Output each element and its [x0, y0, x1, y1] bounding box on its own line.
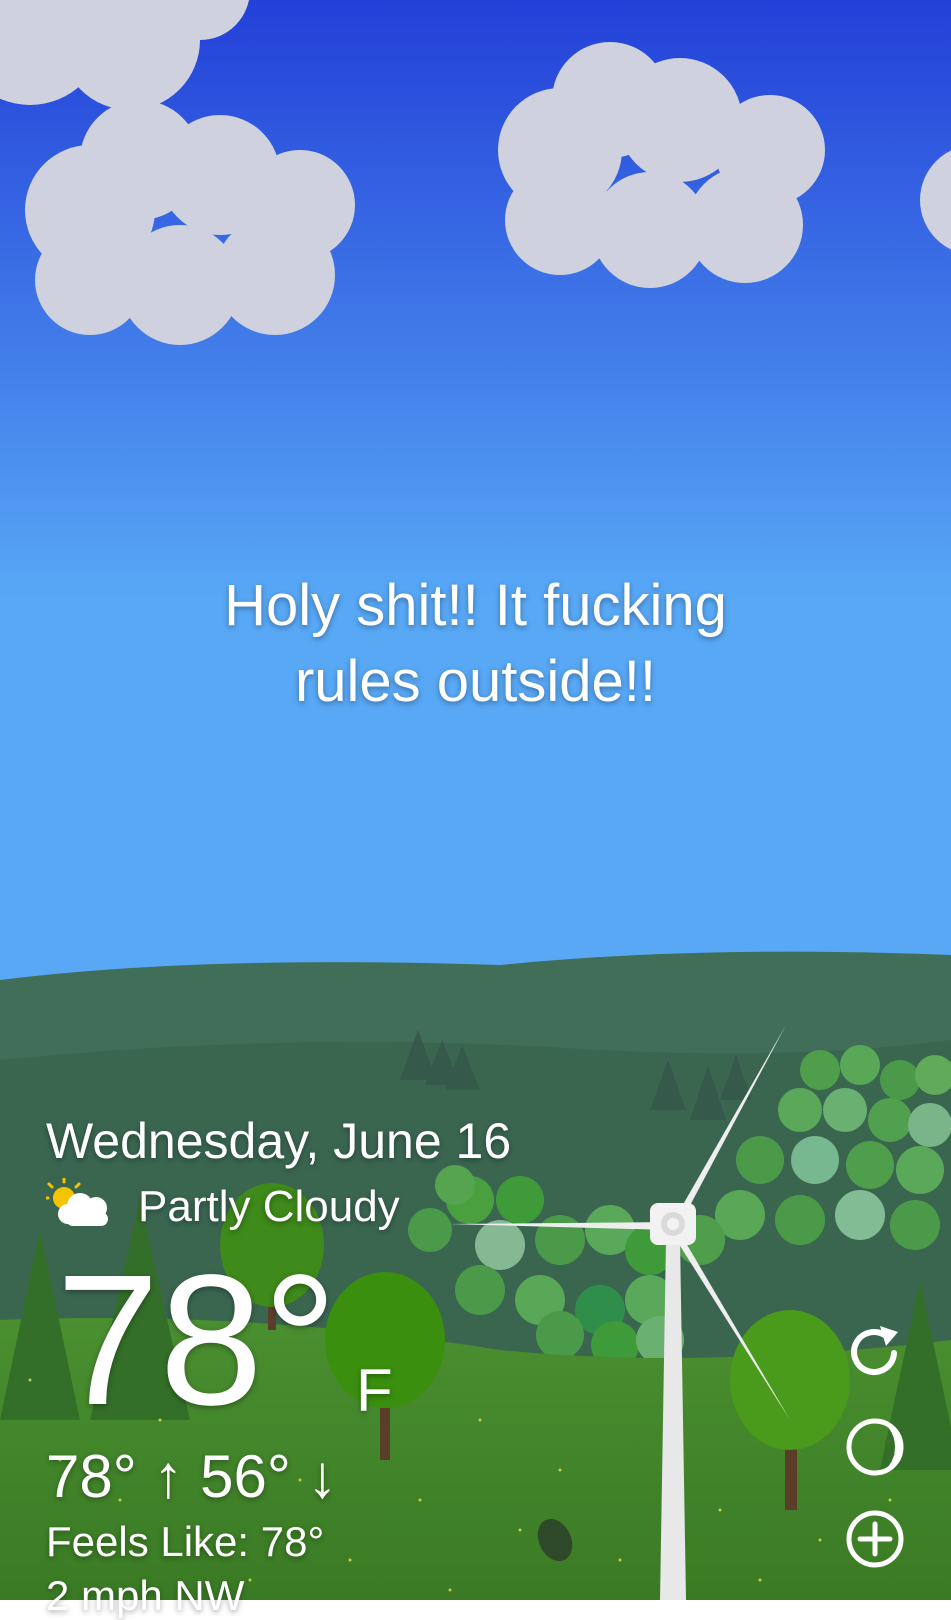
condition-label: Partly Cloudy	[138, 1182, 400, 1231]
wind-label: 2 mph NW	[46, 1572, 245, 1619]
message-line-2: rules outside!!	[294, 649, 657, 714]
refresh-icon[interactable]	[842, 1320, 908, 1386]
moon-phase-icon[interactable]	[842, 1414, 908, 1480]
high-low-temperature: 78° ↑ 56° ↓	[46, 1444, 337, 1510]
date-label: Wednesday, June 16	[46, 1113, 512, 1169]
add-location-icon[interactable]	[842, 1506, 908, 1572]
current-temperature: 78°	[56, 1237, 338, 1444]
low-temperature: 56°	[200, 1443, 291, 1510]
partly-cloudy-icon	[46, 1178, 108, 1226]
message-line-1: Holy shit!! It fucking	[224, 573, 727, 638]
weather-message: Holy shit!! It fucking rules outside!!	[0, 568, 951, 720]
arrow-up-icon: ↑	[136, 1443, 201, 1510]
temperature-unit: F	[356, 1357, 393, 1424]
feels-like-label: Feels Like: 78°	[46, 1518, 325, 1565]
high-temperature: 78°	[46, 1443, 137, 1510]
arrow-down-icon: ↓	[290, 1443, 338, 1510]
